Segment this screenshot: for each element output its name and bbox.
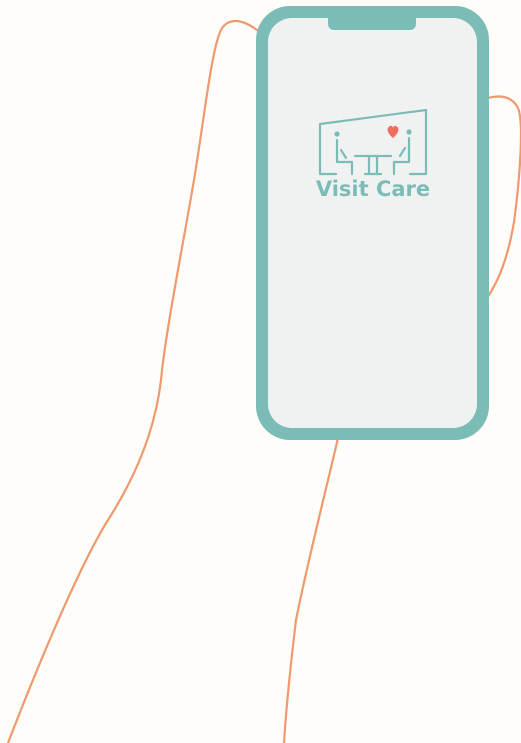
phone — [256, 6, 489, 440]
hand-outline-fingers — [485, 95, 521, 300]
phone-notch — [328, 12, 416, 30]
logo-person-left-head — [334, 131, 340, 137]
hand-outline-right — [282, 436, 340, 743]
hand-outline-left — [6, 19, 264, 743]
illustration: Visit Care — [6, 6, 521, 743]
phone-screen[interactable] — [268, 18, 477, 428]
logo-person-right-head — [406, 129, 412, 135]
app-name: Visit Care — [316, 177, 430, 201]
